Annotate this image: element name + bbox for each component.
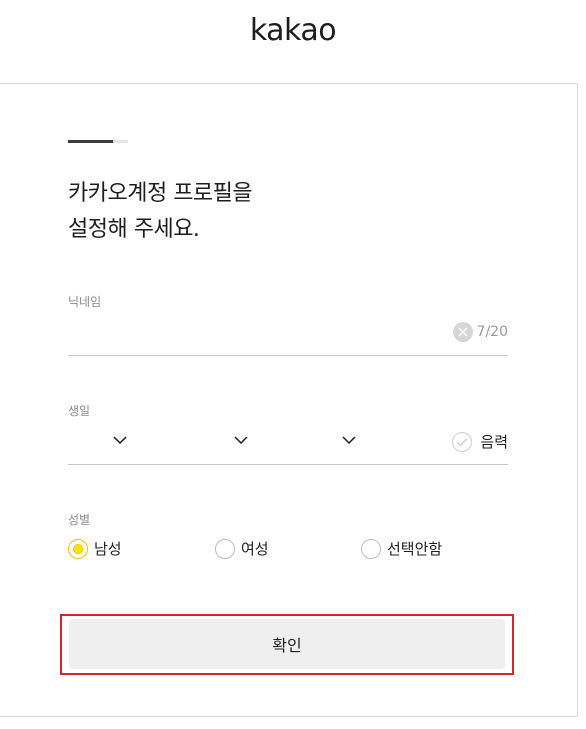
radio-selected-icon	[68, 538, 88, 559]
gender-radio-male[interactable]: 남성	[68, 538, 122, 559]
birth-day-select[interactable]	[339, 430, 359, 450]
signup-card: 카카오계정 프로필을 설정해 주세요. 닉네임 7/20 생일 음력 성별 남성…	[0, 83, 578, 717]
gender-option-label: 남성	[94, 540, 122, 558]
chevron-down-icon	[113, 436, 127, 444]
gender-options: 남성 여성 선택안함	[68, 538, 508, 562]
nickname-input[interactable]	[68, 312, 438, 354]
page-title: 카카오계정 프로필을 설정해 주세요.	[68, 176, 253, 248]
confirm-highlight: 확인	[60, 614, 514, 675]
birth-month-select[interactable]	[231, 430, 251, 450]
birth-year-select[interactable]	[110, 430, 130, 450]
progress-bar	[68, 140, 128, 143]
chevron-down-icon	[234, 436, 248, 444]
title-line-2: 설정해 주세요.	[68, 217, 200, 242]
gender-option-label: 여성	[241, 540, 269, 558]
title-line-1: 카카오계정 프로필을	[68, 181, 253, 206]
lunar-checkbox[interactable]: 음력	[452, 431, 508, 452]
gender-radio-none[interactable]: 선택안함	[361, 538, 442, 559]
gender-radio-female[interactable]: 여성	[215, 538, 269, 559]
birthday-field: 음력	[68, 422, 508, 465]
radio-unselected-icon	[361, 538, 381, 559]
clear-icon[interactable]	[453, 322, 473, 342]
chevron-down-icon	[342, 436, 356, 444]
gender-label: 성별	[68, 513, 91, 527]
header: kakao	[0, 0, 586, 84]
progress-fill	[68, 140, 113, 143]
check-icon	[452, 431, 473, 452]
kakao-logo: kakao	[249, 12, 337, 48]
radio-unselected-icon	[215, 538, 235, 559]
nickname-field: 7/20	[68, 312, 508, 356]
birthday-label: 생일	[68, 404, 91, 418]
nickname-label: 닉네임	[68, 295, 102, 309]
confirm-button[interactable]: 확인	[69, 619, 505, 669]
nickname-counter: 7/20	[476, 324, 508, 340]
lunar-label: 음력	[480, 433, 508, 451]
gender-option-label: 선택안함	[387, 540, 443, 558]
